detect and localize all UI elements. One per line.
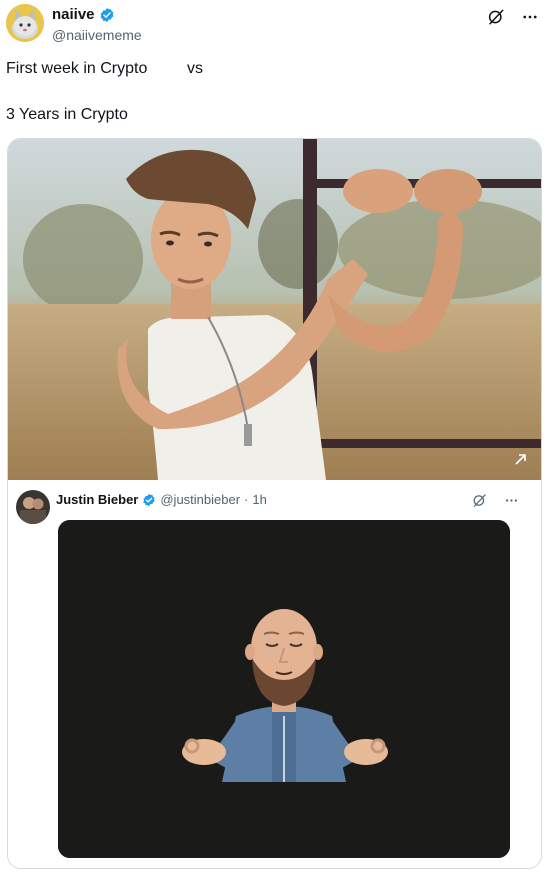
cat-avatar-icon — [6, 4, 44, 42]
quoted-handle[interactable]: @justinbieber — [160, 492, 240, 507]
quoted-tweet[interactable]: Justin Bieber @justinbieber · 1h — [8, 480, 541, 868]
person-avatar-icon — [16, 490, 50, 524]
verified-badge-icon — [100, 7, 113, 22]
author-name-row: naiive — [52, 6, 115, 23]
quoted-display-name[interactable]: Justin Bieber — [56, 492, 138, 507]
verified-badge-icon — [143, 493, 155, 506]
tweet-text-line-1: First week in Crypto vs — [6, 58, 203, 80]
quoted-name-row: Justin Bieber @justinbieber · 1h — [56, 492, 267, 507]
quoted-actions — [469, 490, 521, 510]
author-display-name[interactable]: naiive — [52, 6, 95, 23]
author-avatar[interactable] — [6, 4, 44, 42]
more-icon[interactable] — [520, 7, 540, 27]
tweet-text-vs: vs — [187, 60, 203, 77]
tweet-text-first-week: First week in Crypto — [6, 60, 148, 77]
tweet-header: naiive @naiivememe — [6, 4, 550, 48]
quoted-separator: · — [244, 492, 249, 507]
grok-icon[interactable] — [469, 490, 489, 510]
grok-icon[interactable] — [486, 7, 506, 27]
photo-young-man-at-gate[interactable] — [8, 139, 541, 480]
quoted-media-memoji-meditating[interactable] — [58, 520, 510, 858]
media-card[interactable]: Justin Bieber @justinbieber · 1h — [7, 138, 542, 869]
more-icon[interactable] — [501, 490, 521, 510]
quoted-time[interactable]: 1h — [252, 492, 266, 507]
author-handle[interactable]: @naiivememe — [52, 27, 142, 43]
quoted-author-avatar[interactable] — [16, 490, 50, 524]
tweet-text-line-2: 3 Years in Crypto — [6, 106, 128, 123]
header-actions — [486, 7, 540, 27]
